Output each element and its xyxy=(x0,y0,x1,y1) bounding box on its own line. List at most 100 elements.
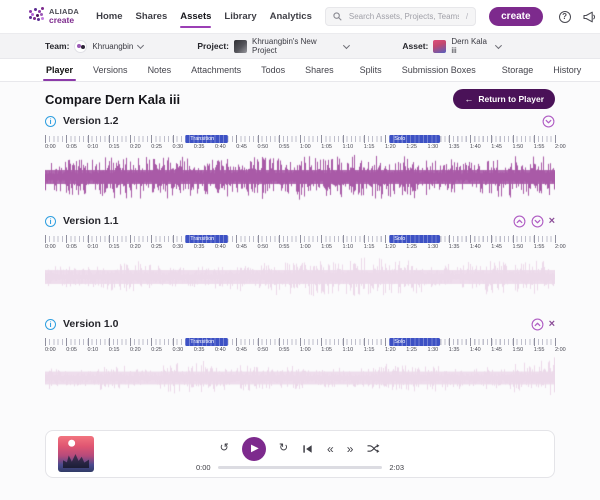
tab-player[interactable]: Player xyxy=(36,60,83,81)
repeat-icon[interactable]: ↻ xyxy=(279,443,288,454)
marker-transition[interactable]: Transition xyxy=(185,135,228,143)
tick-label: 1:05 xyxy=(321,144,332,150)
tab-analytics[interactable]: Analytics xyxy=(591,60,600,81)
tick-label: 0:50 xyxy=(258,347,269,353)
tick-label: 1:15 xyxy=(364,144,375,150)
progress-bar[interactable] xyxy=(218,466,383,469)
tab-todos[interactable]: Todos xyxy=(251,60,295,81)
version-header: i Version 1.2 xyxy=(45,113,555,129)
version-name: Version 1.2 xyxy=(63,115,118,127)
asset-selector[interactable]: Asset: Dern Kala iii xyxy=(402,37,501,55)
tick-label: 1:20 xyxy=(385,144,396,150)
tick-label: 1:05 xyxy=(321,244,332,250)
version-section: i Version 1.2 0:000:050:100:150:200:250:… xyxy=(45,113,555,202)
major-tick xyxy=(513,235,514,243)
search-input[interactable] xyxy=(347,11,461,22)
seek-forward-icon[interactable]: » xyxy=(347,443,354,455)
major-tick xyxy=(449,235,450,243)
team-selector[interactable]: Team: Khruangbin xyxy=(45,40,143,53)
tick-label: 1:50 xyxy=(513,244,524,250)
waveform[interactable] xyxy=(45,252,555,302)
nav-item-library[interactable]: Library xyxy=(224,1,256,32)
major-tick xyxy=(364,235,365,243)
skip-to-start-icon[interactable] xyxy=(301,443,314,455)
tick-label: 0:50 xyxy=(258,144,269,150)
close-icon[interactable]: × xyxy=(549,216,555,227)
marker-label: Transition xyxy=(185,338,228,346)
search-box[interactable]: / xyxy=(325,7,476,26)
info-icon[interactable]: i xyxy=(45,116,56,127)
major-tick xyxy=(470,235,471,243)
major-tick xyxy=(258,338,259,346)
tick-label: 0:30 xyxy=(173,244,184,250)
marker-transition[interactable]: Transition xyxy=(185,338,228,346)
seek-back-icon[interactable]: « xyxy=(327,443,334,455)
marker-solo[interactable]: Solo xyxy=(389,135,440,143)
major-tick xyxy=(343,338,344,346)
move-down-circle-icon[interactable] xyxy=(542,115,555,128)
tick-label: 0:20 xyxy=(130,347,141,353)
tab-versions[interactable]: Versions xyxy=(83,60,138,81)
tab-attachments[interactable]: Attachments xyxy=(181,60,251,81)
tab-history[interactable]: History xyxy=(543,60,591,81)
move-down-circle-icon[interactable] xyxy=(531,215,544,228)
major-tick xyxy=(300,135,301,143)
tick-label: 1:40 xyxy=(470,244,481,250)
nav-item-assets[interactable]: Assets xyxy=(180,1,211,32)
tick-label: 0:45 xyxy=(236,244,247,250)
tab-submission-boxes[interactable]: Submission Boxes xyxy=(392,60,486,81)
close-icon[interactable]: × xyxy=(549,319,555,330)
announcements-icon[interactable] xyxy=(582,10,596,23)
marker-label: Solo xyxy=(389,235,440,243)
project-thumbnail xyxy=(234,40,247,53)
tab-splits[interactable]: Splits xyxy=(350,60,392,81)
version-controls: × xyxy=(513,215,555,228)
player-center: ↺ ▶ ↻ « » xyxy=(196,437,404,472)
waveform[interactable] xyxy=(45,152,555,202)
logo-line2: create xyxy=(49,16,79,25)
rewind-icon[interactable]: ↺ xyxy=(220,443,229,454)
nav-item-home[interactable]: Home xyxy=(96,1,122,32)
shuffle-icon[interactable] xyxy=(366,442,380,455)
logo-dots-icon xyxy=(28,8,44,24)
major-tick xyxy=(109,135,110,143)
return-to-player-button[interactable]: ← Return to Player xyxy=(453,89,555,109)
waveform[interactable] xyxy=(45,355,555,401)
tick-label: 0:25 xyxy=(151,144,162,150)
tick-label: 1:30 xyxy=(428,244,439,250)
tab-notes[interactable]: Notes xyxy=(138,60,182,81)
tick-label: 0:10 xyxy=(88,347,99,353)
app-logo[interactable]: ALIADA create xyxy=(28,8,79,25)
marker-solo[interactable]: Solo xyxy=(389,338,440,346)
major-tick xyxy=(555,235,556,243)
info-icon[interactable]: i xyxy=(45,319,56,330)
project-selector[interactable]: Project: Khruangbin's New Project xyxy=(197,37,348,55)
major-tick xyxy=(130,235,131,243)
major-tick xyxy=(88,338,89,346)
major-tick xyxy=(343,235,344,243)
move-up-circle-icon[interactable] xyxy=(531,318,544,331)
major-tick xyxy=(321,235,322,243)
major-tick xyxy=(491,338,492,346)
tab-shares[interactable]: Shares xyxy=(295,60,344,81)
play-button[interactable]: ▶ xyxy=(242,437,266,461)
info-icon[interactable]: i xyxy=(45,216,56,227)
version-section: i Version 1.1 × 0:000:050:100:150:200:25… xyxy=(45,213,555,302)
tick-label: 1:45 xyxy=(491,347,502,353)
tick-label: 0:25 xyxy=(151,244,162,250)
title-row: Compare Dern Kala iii ← Return to Player xyxy=(45,89,555,109)
create-button[interactable]: create xyxy=(489,7,542,26)
nav-item-shares[interactable]: Shares xyxy=(136,1,168,32)
marker-solo[interactable]: Solo xyxy=(389,235,440,243)
marker-transition[interactable]: Transition xyxy=(185,235,228,243)
move-up-circle-icon[interactable] xyxy=(513,215,526,228)
nav-item-analytics[interactable]: Analytics xyxy=(270,1,312,32)
main-nav: Home Shares Assets Library Analytics xyxy=(96,1,312,32)
help-icon[interactable]: ? xyxy=(559,11,571,23)
context-bar: Team: Khruangbin Project: Khruangbin's N… xyxy=(0,34,600,59)
major-tick xyxy=(449,338,450,346)
team-value: Khruangbin xyxy=(92,42,133,51)
major-tick xyxy=(364,338,365,346)
tab-storage[interactable]: Storage xyxy=(492,60,544,81)
tick-label: 2:00 xyxy=(555,144,566,150)
